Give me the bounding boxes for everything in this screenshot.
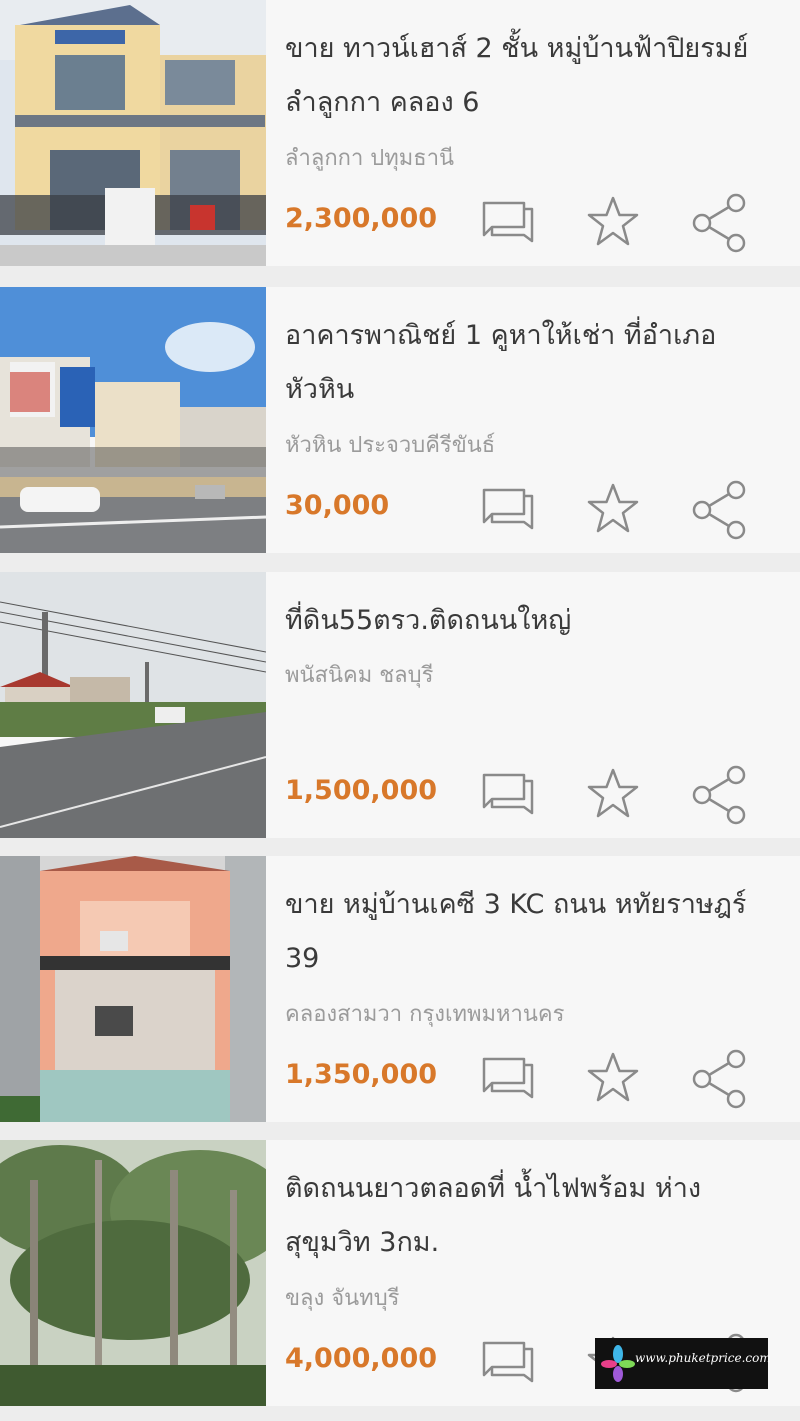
share-icon[interactable] <box>690 193 750 253</box>
favorite-star-icon[interactable] <box>583 765 643 825</box>
listing-title[interactable]: อาคารพาณิชย์ 1 คูหาให้เช่า ที่อำเภอหัวหิ… <box>285 309 775 417</box>
listing-photo[interactable] <box>0 287 266 553</box>
listing-location: พนัสนิคม ชลบุรี <box>285 663 434 688</box>
listing-price: 30,000 <box>285 490 390 521</box>
favorite-star-icon[interactable] <box>583 1049 643 1109</box>
comment-icon[interactable] <box>478 480 538 540</box>
listing-card[interactable]: ที่ดิน55ตรว.ติดถนนใหญ่ พนัสนิคม ชลบุรี 1… <box>0 572 800 838</box>
listing-photo[interactable] <box>0 1140 266 1406</box>
share-icon[interactable] <box>690 480 750 540</box>
listing-card[interactable]: อาคารพาณิชย์ 1 คูหาให้เช่า ที่อำเภอหัวหิ… <box>0 287 800 553</box>
flower-logo-icon <box>601 1345 635 1382</box>
favorite-star-icon[interactable] <box>583 480 643 540</box>
listing-location: คลองสามวา กรุงเทพมหานคร <box>285 1002 565 1027</box>
listing-location: หัวหิน ประจวบคีรีขันธ์ <box>285 433 496 458</box>
listing-photo[interactable] <box>0 572 266 838</box>
listing-price: 1,350,000 <box>285 1059 438 1090</box>
comment-icon[interactable] <box>478 193 538 253</box>
watermark-text: www.phuketprice.com <box>635 1351 771 1365</box>
watermark-logo: www.phuketprice.com <box>595 1338 771 1389</box>
listing-card[interactable]: ขาย ทาวน์เฮาส์ 2 ชั้น หมู่บ้านฟ้าปิยรมย์… <box>0 0 800 266</box>
listing-price: 2,300,000 <box>285 203 438 234</box>
listing-location: ขลุง จันทบุรี <box>285 1286 400 1311</box>
listing-price: 1,500,000 <box>285 775 438 806</box>
listing-title[interactable]: ขาย ทาวน์เฮาส์ 2 ชั้น หมู่บ้านฟ้าปิยรมย์… <box>285 22 775 130</box>
listing-title[interactable]: ขาย หมู่บ้านเคซี 3 KC ถนน หทัยราษฎร์ 39 <box>285 878 775 986</box>
comment-icon[interactable] <box>478 765 538 825</box>
listing-location: ลำลูกกา ปทุมธานี <box>285 146 455 171</box>
listing-price: 4,000,000 <box>285 1343 438 1374</box>
listing-title[interactable]: ที่ดิน55ตรว.ติดถนนใหญ่ <box>285 594 775 648</box>
comment-icon[interactable] <box>478 1049 538 1109</box>
listing-photo[interactable] <box>0 856 266 1122</box>
listing-card[interactable]: ขาย หมู่บ้านเคซี 3 KC ถนน หทัยราษฎร์ 39 … <box>0 856 800 1122</box>
listing-photo[interactable] <box>0 0 266 266</box>
share-icon[interactable] <box>690 1049 750 1109</box>
favorite-star-icon[interactable] <box>583 193 643 253</box>
share-icon[interactable] <box>690 765 750 825</box>
comment-icon[interactable] <box>478 1333 538 1393</box>
listing-title[interactable]: ติดถนนยาวตลอดที่ น้ำไฟพร้อม ห่างสุขุมวิท… <box>285 1162 775 1270</box>
